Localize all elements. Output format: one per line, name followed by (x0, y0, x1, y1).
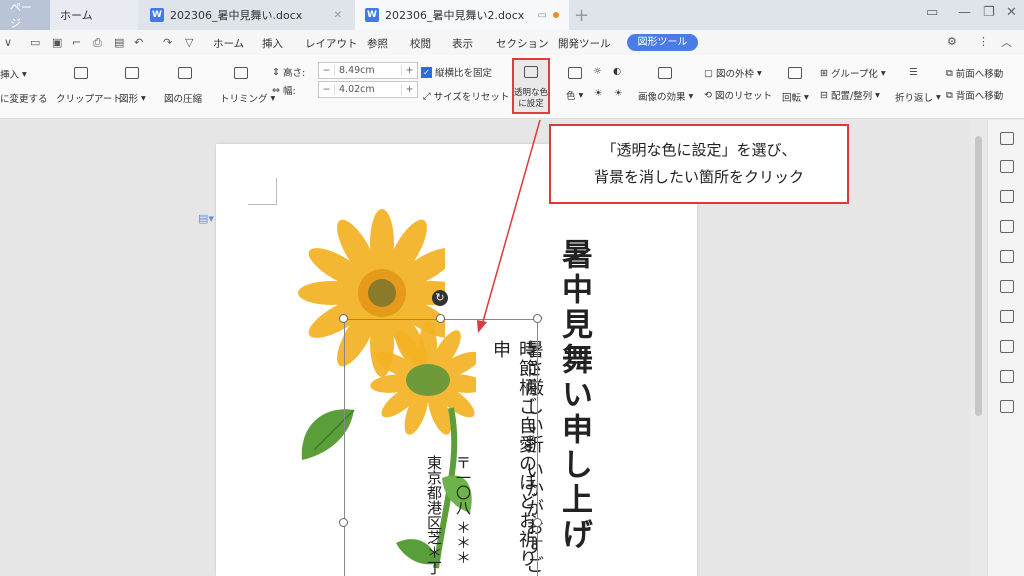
instruction-callout: 「透明な色に設定」を選び、 背景を消したい箇所をクリック (549, 124, 849, 204)
pen-icon[interactable] (1000, 160, 1014, 173)
image-icon[interactable] (1000, 220, 1014, 233)
history-icon[interactable] (1000, 370, 1014, 383)
cursor-icon[interactable] (1000, 190, 1014, 203)
code-icon[interactable] (1000, 310, 1014, 323)
sliders-icon[interactable] (1000, 340, 1014, 353)
callout-line-1: 「透明な色に設定」を選び、 (601, 141, 797, 159)
callout-arrow (477, 119, 541, 333)
right-sidebar (987, 120, 1024, 576)
list-icon[interactable] (1000, 400, 1014, 413)
callout-line-2: 背景を消したい箇所をクリック (593, 168, 804, 186)
edit-icon[interactable] (1000, 280, 1014, 293)
lock-icon[interactable] (1000, 250, 1014, 263)
collapse-sidebar-icon[interactable] (1000, 132, 1014, 145)
vertical-scrollbar[interactable] (975, 136, 982, 416)
